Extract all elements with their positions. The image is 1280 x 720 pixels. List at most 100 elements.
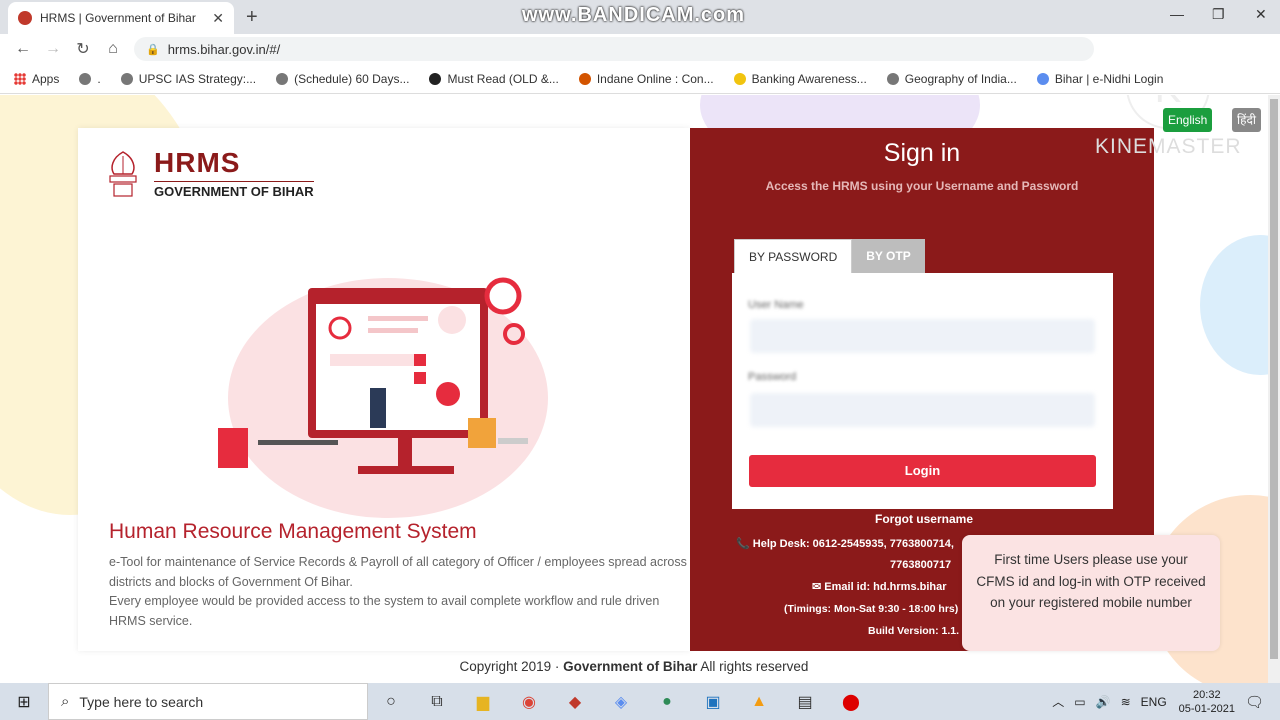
bookmark-apps[interactable]: Apps [14, 72, 59, 86]
system-description: e-Tool for maintenance of Service Record… [109, 553, 689, 631]
cortana-icon[interactable]: ○ [368, 693, 414, 711]
globe-icon [886, 72, 899, 85]
password-input[interactable] [750, 393, 1095, 427]
globe-icon [276, 72, 289, 85]
input-language[interactable]: ENG [1141, 695, 1167, 709]
description-line-2: Every employee would be provided access … [109, 594, 660, 628]
forgot-username-link[interactable]: Forgot username [690, 512, 1158, 526]
password-label: Password [748, 371, 797, 383]
volume-icon[interactable]: 🔊 [1096, 695, 1111, 709]
windows-start-icon[interactable]: ⊞ [0, 692, 48, 712]
wifi-icon[interactable]: ≋ [1121, 695, 1131, 709]
tab-bar: HRMS | Government of Bihar ✕ + www.BANDI… [0, 0, 1280, 34]
lang-hindi-button[interactable]: हिंदी [1232, 108, 1261, 132]
file-explorer-icon[interactable]: ▆ [460, 692, 506, 712]
maximize-button[interactable]: ❐ [1212, 6, 1225, 23]
kinemaster-watermark: KINEMASTER [1095, 135, 1242, 158]
new-tab-button[interactable]: + [246, 6, 258, 29]
emblem-icon [109, 151, 137, 197]
chevron-up-icon[interactable]: ︿ [1052, 693, 1064, 710]
build-version: Build Version: 1.1. [868, 625, 960, 637]
signin-title: Sign in [883, 139, 961, 167]
footer-copyright: Copyright 2019 · Government of Bihar All… [459, 659, 809, 674]
url-text: hrms.bihar.gov.in/#/ [167, 41, 281, 57]
office-illustration [218, 277, 548, 518]
helpdesk-line: 📞 Help Desk: 0612-2545935, 7763800714, [736, 538, 954, 550]
battery-icon[interactable]: ▭ [1074, 695, 1085, 709]
helpdesk-line-2: 7763800717 [890, 559, 952, 571]
bookmark-item[interactable]: Indane Online : Con... [578, 72, 714, 86]
clock-time: 20:32 [1193, 688, 1221, 701]
clock-date: 05-01-2021 [1178, 702, 1235, 715]
app-icon[interactable]: ◈ [598, 692, 644, 712]
login-form: User Name Password Login [732, 273, 1113, 509]
acrobat-icon[interactable]: ◆ [552, 692, 598, 712]
system-title: Human Resource Management System [109, 520, 477, 543]
login-button[interactable]: Login [749, 455, 1096, 487]
apps-grid-icon [14, 72, 26, 85]
login-method-tabs: BY PASSWORD BY OTP [734, 239, 925, 273]
vlc-icon[interactable]: ▲ [736, 693, 782, 711]
back-icon[interactable]: ← [8, 40, 38, 58]
hrms-favicon-icon [18, 11, 32, 25]
first-time-user-toast: First time Users please use your CFMS id… [962, 535, 1220, 651]
bookmark-item[interactable]: UPSC IAS Strategy:... [120, 72, 256, 86]
mail-icon: ✉ [812, 581, 825, 593]
tab-title: HRMS | Government of Bihar [40, 11, 196, 25]
url-omnibox[interactable]: 🔒 hrms.bihar.gov.in/#/ [134, 37, 1094, 61]
bookmark-item[interactable]: Geography of India... [886, 72, 1017, 86]
bookmark-item[interactable]: (Schedule) 60 Days... [276, 72, 409, 86]
phone-icon: 📞 [736, 538, 753, 550]
taskbar-search-placeholder: Type here to search [79, 693, 204, 710]
helpdesk-timings: (Timings: Mon-Sat 9:30 - 18:00 hrs) [784, 603, 959, 615]
evernote-icon[interactable]: ● [644, 693, 690, 711]
enidhi-icon [1036, 72, 1049, 85]
description-line-1: e-Tool for maintenance of Service Record… [109, 555, 687, 589]
task-view-icon[interactable]: ⧉ [414, 693, 460, 711]
logo-subtitle: GOVERNMENT OF BIHAR [154, 181, 314, 199]
taskbar-search[interactable]: ⌕ Type here to search [48, 683, 368, 720]
chrome-icon[interactable]: ◉ [506, 692, 552, 712]
lang-english-button[interactable]: English [1163, 108, 1213, 132]
tab-by-otp[interactable]: BY OTP [852, 239, 925, 273]
notification-icon[interactable]: 🗨 [1245, 693, 1264, 711]
signin-subtitle: Access the HRMS using your Username and … [765, 179, 1079, 193]
forward-icon[interactable]: → [38, 40, 68, 58]
browser-tab[interactable]: HRMS | Government of Bihar ✕ [8, 2, 234, 34]
bookmark-item[interactable]: Bihar | e-Nidhi Login [1036, 72, 1163, 86]
windows-taskbar: ⊞ ⌕ Type here to search ○ ⧉ ▆ ◉ ◆ ◈ ● ▣ … [0, 683, 1280, 720]
username-label: User Name [748, 299, 804, 311]
bookmarks-bar: Apps . UPSC IAS Strategy:... (Schedule) … [0, 64, 1280, 94]
bookmark-item[interactable]: . [79, 72, 101, 86]
hrms-logo: HRMS GOVERNMENT OF BIHAR [102, 148, 314, 200]
intro-card: HRMS GOVERNMENT OF BIHAR Human Resource … [78, 128, 690, 651]
globe-icon [79, 72, 92, 85]
minimize-button[interactable]: — [1170, 6, 1184, 22]
globe-icon [120, 72, 133, 85]
address-bar: ← → ↻ ⌂ 🔒 hrms.bihar.gov.in/#/ ⚿ ⊕ ✪ ✚ ⋮ [0, 34, 1280, 91]
search-icon: ⌕ [61, 693, 70, 710]
bg-blob [1200, 235, 1268, 375]
system-tray: ︿ ▭ 🔊 ≋ ENG 20:32 05-01-2021 🗨 [1042, 683, 1264, 720]
indane-icon [578, 72, 591, 85]
bookmark-favicon-icon [429, 72, 442, 85]
record-icon[interactable]: ⬤ [828, 692, 874, 712]
tab-by-password[interactable]: BY PASSWORD [734, 239, 853, 273]
app-window-icon[interactable]: ▤ [782, 692, 828, 712]
home-icon[interactable]: ⌂ [98, 40, 128, 58]
username-input[interactable] [750, 319, 1095, 353]
bookmark-item[interactable]: Must Read (OLD &... [429, 72, 559, 86]
page-content: K HRMS GOVERNMENT OF BIHAR [0, 95, 1268, 683]
b-icon [733, 72, 746, 85]
close-window-button[interactable]: ✕ [1255, 6, 1267, 23]
close-tab-icon[interactable]: ✕ [212, 10, 224, 27]
reload-icon[interactable]: ↻ [68, 39, 98, 59]
email-line: ✉ Email id: hd.hrms.bihar [812, 581, 947, 593]
page-scrollbar[interactable] [1268, 95, 1280, 683]
lock-icon[interactable]: 🔒 [146, 43, 160, 56]
logo-title: HRMS [154, 147, 241, 178]
taskbar-clock[interactable]: 20:32 05-01-2021 [1179, 688, 1235, 716]
app-window-icon[interactable]: ▣ [690, 692, 736, 712]
bookmark-item[interactable]: Banking Awareness... [733, 72, 867, 86]
scrollbar-thumb[interactable] [1270, 99, 1278, 659]
